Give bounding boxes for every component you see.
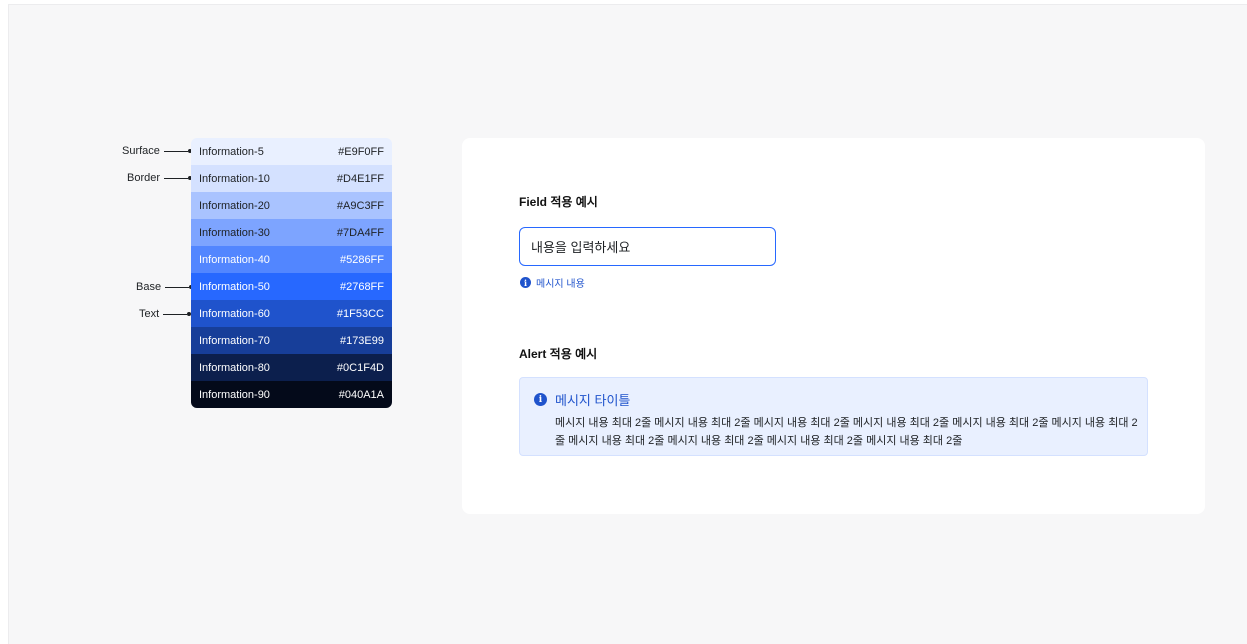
swatch-name: Information-90 [199, 388, 270, 401]
label-border-text: Border [127, 172, 161, 184]
palette-swatch: Information-30 #7DA4FF [191, 219, 392, 246]
swatch-hex: #7DA4FF [336, 226, 384, 239]
palette-swatch: Information-20 #A9C3FF [191, 192, 392, 219]
label-border: Border [127, 172, 193, 184]
swatch-name: Information-60 [199, 307, 270, 320]
swatch-hex: #0C1F4D [336, 361, 384, 374]
swatch-hex: #5286FF [339, 253, 384, 266]
swatch-hex: #D4E1FF [336, 172, 384, 185]
swatch-name: Information-30 [199, 226, 270, 239]
swatch-name: Information-50 [199, 280, 270, 293]
label-text: Text [139, 308, 192, 320]
palette-swatch: Information-90 #040A1A [191, 381, 392, 408]
color-palette: Information-5 #E9F0FF Information-10 #D4E1F… [191, 138, 392, 408]
swatch-hex: #1F53CC [336, 307, 384, 320]
text-input-field[interactable]: 내용을 입력하세요 [519, 227, 776, 266]
palette-swatch: Information-40 #5286FF [191, 246, 392, 273]
swatch-name: Information-20 [199, 199, 270, 212]
swatch-name: Information-5 [199, 145, 264, 158]
swatch-name: Information-10 [199, 172, 270, 185]
swatch-name: Information-40 [199, 253, 270, 266]
alert-section-title: Alert 적용 예시 [519, 347, 598, 361]
palette-swatch: Information-10 #D4E1FF [191, 165, 392, 192]
leader-line [164, 177, 189, 179]
alert-title: 메시지 타이틀 [555, 393, 631, 408]
swatch-hex: #040A1A [338, 388, 384, 401]
palette-swatch: Information-50 #2768FF [191, 273, 392, 300]
helper-text: 메시지 내용 [536, 279, 585, 290]
palette-swatch: Information-80 #0C1F4D [191, 354, 392, 381]
info-icon: i [520, 277, 531, 288]
label-base-text: Base [136, 281, 162, 293]
text-input-value: 내용을 입력하세요 [531, 240, 631, 255]
swatch-name: Information-70 [199, 334, 270, 347]
label-surface: Surface [122, 145, 192, 157]
palette-swatch: Information-60 #1F53CC [191, 300, 392, 327]
swatch-hex: #E9F0FF [338, 145, 384, 158]
swatch-hex: #A9C3FF [336, 199, 384, 212]
label-base: Base [136, 281, 194, 293]
leader-line [163, 313, 188, 315]
swatch-name: Information-80 [199, 361, 270, 374]
palette-swatch: Information-5 #E9F0FF [191, 138, 392, 165]
swatch-hex: #2768FF [339, 280, 384, 293]
info-icon: i [534, 393, 547, 406]
label-text-text: Text [139, 308, 160, 320]
field-section-title: Field 적용 예시 [519, 195, 598, 209]
swatch-hex: #173E99 [339, 334, 384, 347]
leader-line [165, 286, 190, 288]
info-alert: i 메시지 타이틀 메시지 내용 최대 2줄 메시지 내용 최대 2줄 메시지 … [519, 377, 1148, 456]
label-surface-text: Surface [122, 145, 160, 157]
alert-body: 메시지 내용 최대 2줄 메시지 내용 최대 2줄 메시지 내용 최대 2줄 메… [555, 417, 1138, 447]
field-helper: i 메시지 내용 [520, 275, 585, 290]
palette-swatch: Information-70 #173E99 [191, 327, 392, 354]
leader-line [163, 150, 188, 152]
